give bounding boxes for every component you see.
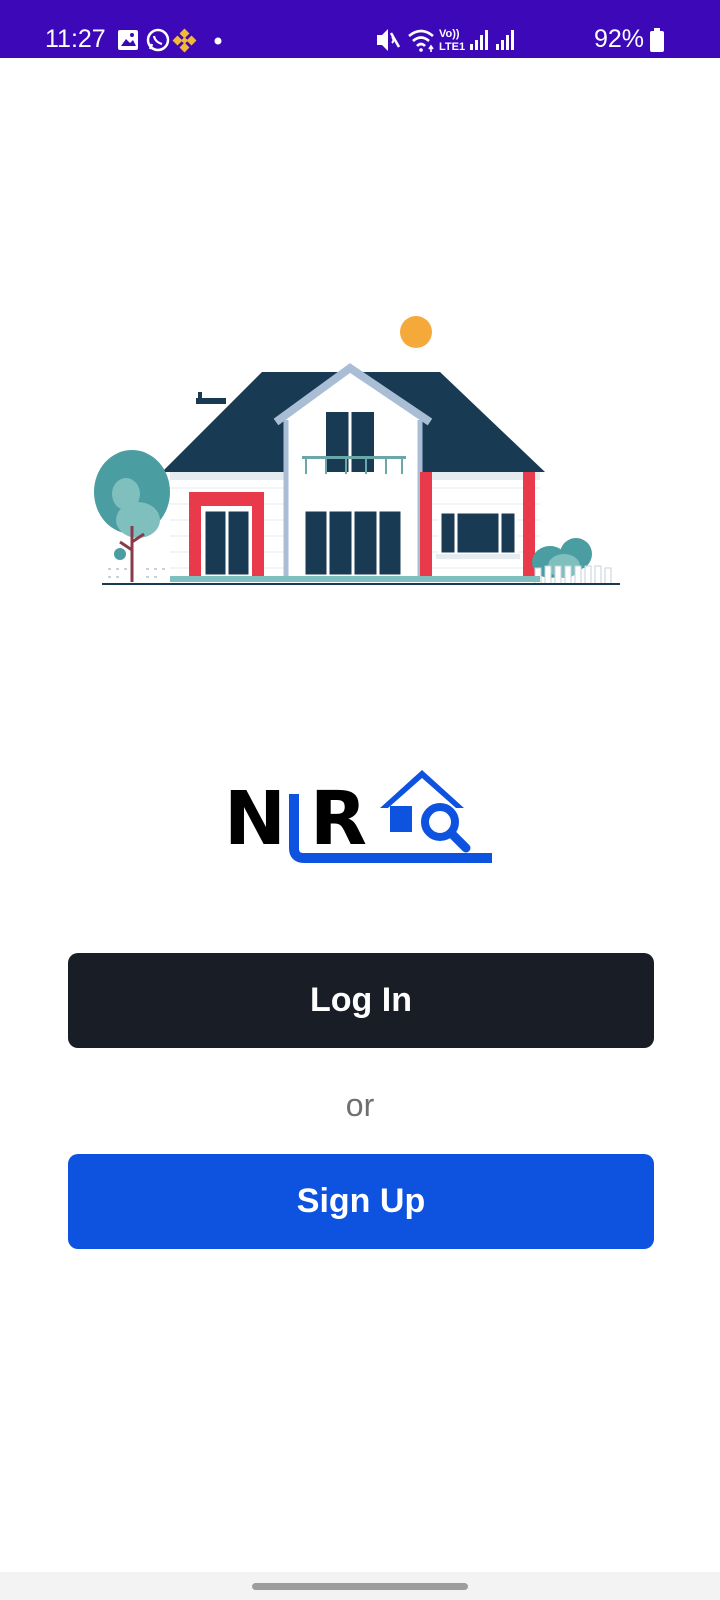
binance-icon (172, 28, 197, 53)
or-separator: or (345, 1087, 375, 1123)
wifi-icon (408, 29, 434, 52)
status-right-icons: Vo)) LTE1 (377, 28, 514, 53)
status-left-icons (118, 28, 222, 53)
whatsapp-icon (146, 28, 170, 52)
logo-letter-r: R (309, 776, 367, 862)
battery-percentage: 92% (593, 25, 644, 53)
status-time: 11:27 (45, 25, 106, 53)
logo-text: NR (224, 782, 367, 856)
mute-icon (377, 29, 401, 51)
brand-logo: NR (220, 770, 500, 882)
home-indicator[interactable] (252, 1583, 468, 1590)
notification-dot-icon (214, 37, 222, 45)
svg-text:LTE1: LTE1 (439, 41, 465, 53)
house-search-icon (380, 770, 471, 853)
volte-icon: Vo)) LTE1 (439, 28, 465, 53)
signal-icon (470, 30, 488, 50)
login-button[interactable]: Log In (68, 953, 654, 1048)
signup-button[interactable]: Sign Up (68, 1154, 654, 1249)
sun-icon (400, 316, 432, 348)
house-illustration (94, 316, 620, 585)
status-bar: 11:27 Vo)) LTE1 92% (0, 0, 720, 58)
svg-text:Vo)): Vo)) (439, 28, 460, 40)
battery-icon (650, 28, 664, 52)
logo-letter-n: N (224, 776, 286, 862)
gallery-icon (118, 30, 138, 50)
signal-icon (496, 30, 514, 50)
